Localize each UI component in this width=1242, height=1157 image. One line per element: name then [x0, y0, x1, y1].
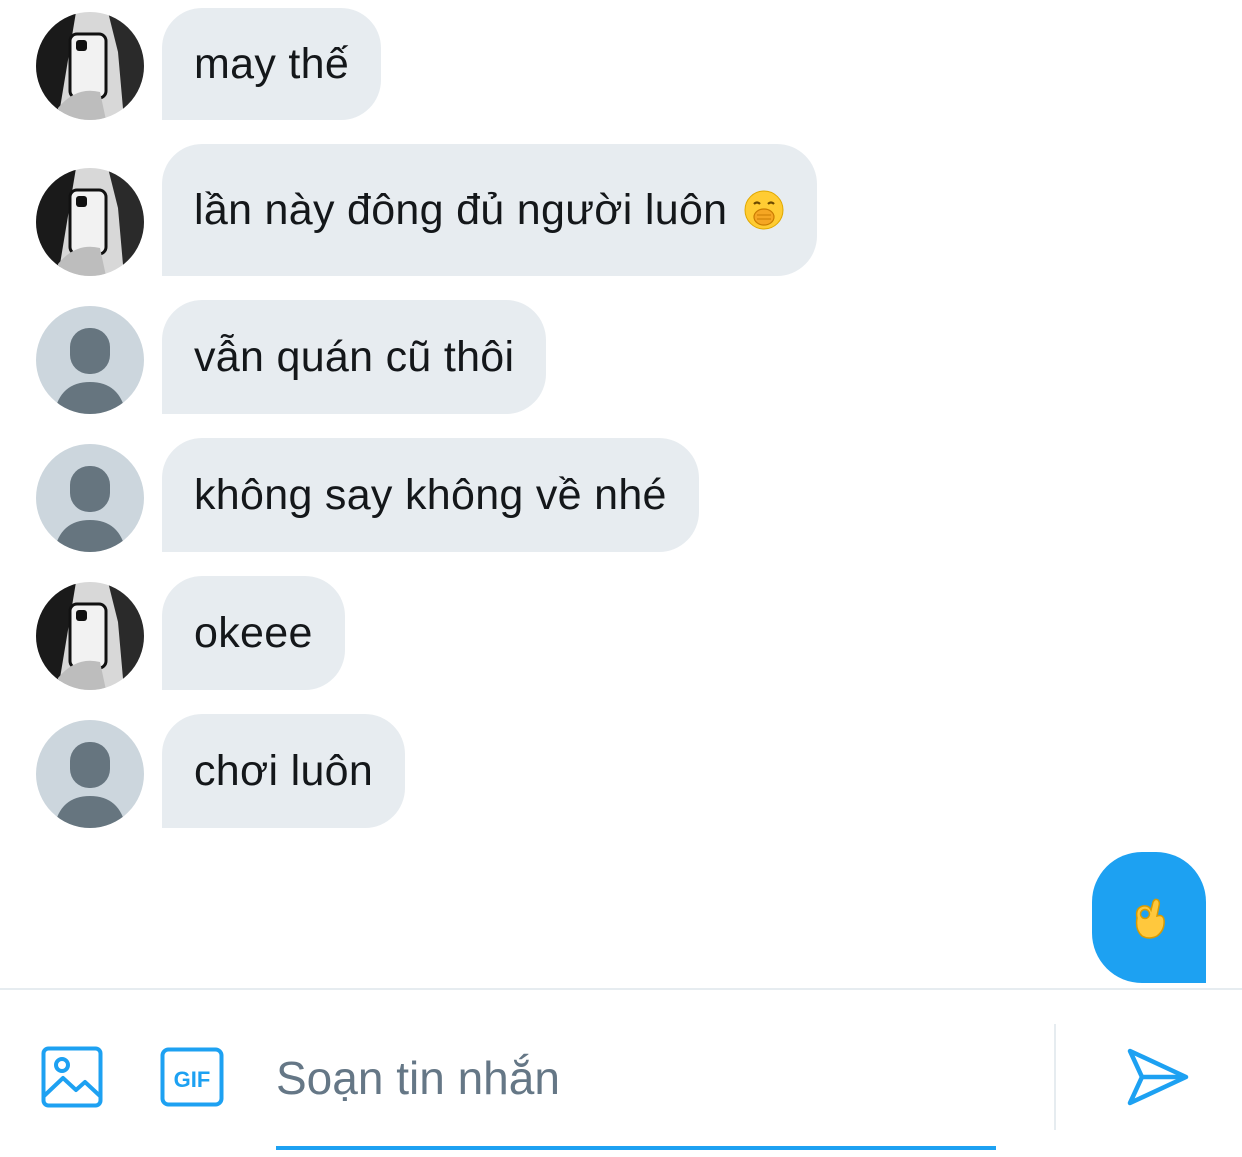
user-avatar-default[interactable]	[36, 444, 144, 552]
message-text: lần này đông đủ người luôn	[194, 185, 728, 234]
message-bubble[interactable]: không say không về nhé	[162, 438, 699, 552]
message-input[interactable]	[276, 1038, 996, 1118]
user-avatar-photo[interactable]	[36, 12, 144, 120]
default-avatar-icon	[36, 306, 144, 414]
message-bubble[interactable]: vẫn quán cũ thôi	[162, 300, 547, 414]
user-avatar-default[interactable]	[36, 720, 144, 828]
photo-avatar-icon	[36, 582, 144, 690]
user-avatar-photo[interactable]	[36, 168, 144, 276]
user-avatar-photo[interactable]	[36, 582, 144, 690]
sent-message-bubble[interactable]	[1092, 852, 1206, 983]
default-avatar-icon	[36, 444, 144, 552]
message-bubble[interactable]: chơi luôn	[162, 714, 406, 828]
ok-hand-emoji	[1135, 898, 1165, 939]
add-media-button[interactable]	[40, 1045, 104, 1109]
add-gif-button[interactable]: GIF	[160, 1045, 224, 1109]
send-button[interactable]	[1122, 1042, 1192, 1112]
message-bubble[interactable]: lần này đông đủ người luôn	[162, 144, 818, 276]
photo-avatar-icon	[36, 12, 144, 120]
message-text: chơi luôn	[194, 746, 374, 795]
default-avatar-icon	[36, 720, 144, 828]
image-icon	[41, 1046, 103, 1108]
message-bubble[interactable]: may thế	[162, 8, 382, 120]
message-composer: GIF	[0, 990, 1242, 1157]
input-focus-underline	[276, 1146, 996, 1150]
send-icon	[1127, 1048, 1189, 1106]
message-text: may thế	[194, 39, 350, 88]
message-text: okeee	[194, 608, 313, 657]
message-bubble[interactable]: okeee	[162, 576, 345, 690]
user-avatar-default[interactable]	[36, 306, 144, 414]
face-with-hand-over-mouth-emoji	[744, 190, 784, 230]
composer-separator	[1054, 1024, 1056, 1130]
photo-avatar-icon	[36, 168, 144, 276]
gif-icon: GIF	[160, 1047, 224, 1107]
message-text: không say không về nhé	[194, 470, 667, 519]
gif-label: GIF	[174, 1067, 211, 1092]
dm-conversation-screen: may thế lần này đông đủ người luôn vẫn q…	[0, 0, 1242, 1157]
message-text: vẫn quán cũ thôi	[194, 332, 515, 381]
